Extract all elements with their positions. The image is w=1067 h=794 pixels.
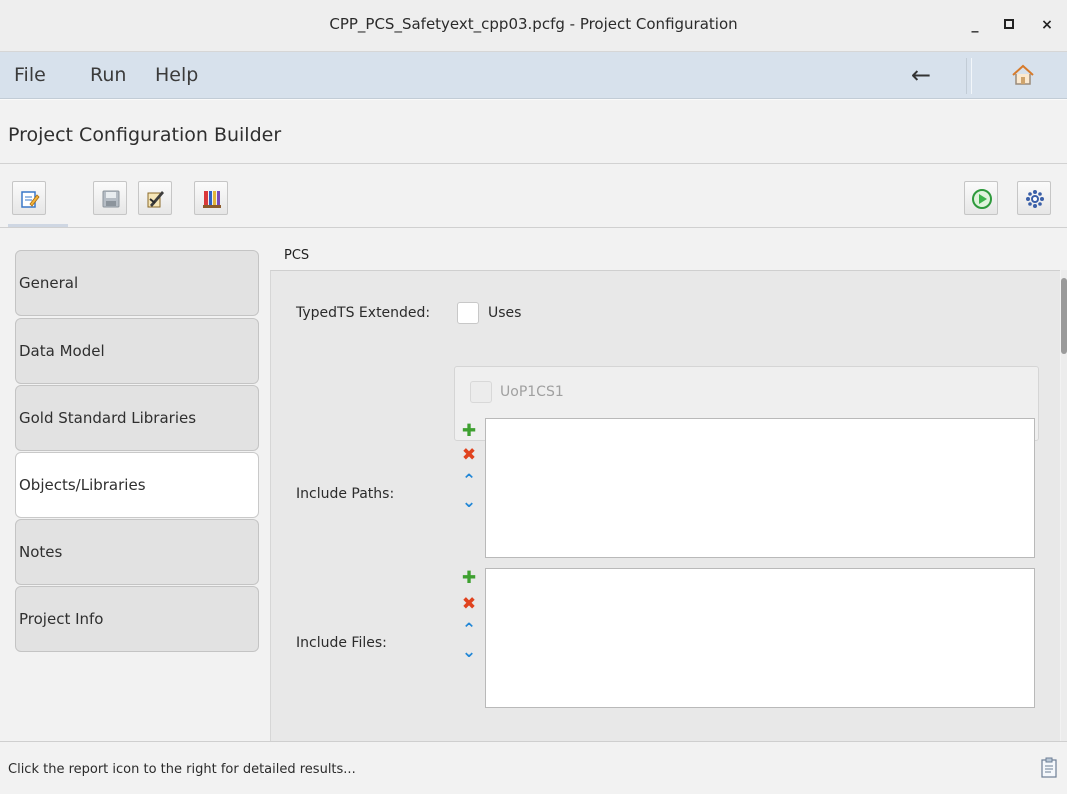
sidebar-item-data-model[interactable]: Data Model — [15, 318, 259, 384]
settings-icon — [1026, 190, 1044, 208]
builder-header: Project Configuration Builder — [0, 99, 1067, 164]
report-edit-button[interactable] — [138, 181, 172, 215]
maximize-icon — [1004, 19, 1014, 29]
sidebar: General Data Model Gold Standard Librari… — [0, 229, 270, 741]
uop1cs1-checkbox[interactable] — [470, 381, 492, 403]
run-button[interactable] — [964, 181, 998, 215]
library-button[interactable] — [194, 181, 228, 215]
report-edit-icon — [147, 191, 164, 208]
save-button[interactable] — [93, 181, 127, 215]
menu-help[interactable]: Help — [155, 64, 198, 86]
move-down-file-icon[interactable]: ⌄ — [460, 643, 478, 661]
library-icon — [203, 191, 221, 208]
include-paths-label: Include Paths: — [296, 486, 395, 502]
include-files-list[interactable] — [485, 568, 1035, 708]
title-bar: CPP_PCS_Safetyext_cpp03.pcfg - Project C… — [0, 0, 1067, 52]
status-message: Click the report icon to the right for d… — [8, 762, 356, 777]
window-title: CPP_PCS_Safetyext_cpp03.pcfg - Project C… — [329, 15, 738, 33]
app-window: CPP_PCS_Safetyext_cpp03.pcfg - Project C… — [0, 0, 1067, 794]
sidebar-item-label: Data Model — [19, 342, 105, 360]
pcs-panel: TypedTS Extended: Uses UoP1CS1 ✚ ✖ ⌃ ⌄ I… — [270, 270, 1060, 741]
uses-label: Uses — [488, 305, 522, 321]
page-title: Project Configuration Builder — [8, 124, 282, 146]
home-icon[interactable] — [1010, 62, 1036, 88]
close-button[interactable]: × — [1036, 14, 1058, 36]
move-down-path-icon[interactable]: ⌄ — [460, 493, 478, 511]
sidebar-item-label: Notes — [19, 543, 63, 561]
menu-separator — [966, 58, 972, 94]
include-files-label: Include Files: — [296, 635, 387, 651]
sidebar-item-label: Objects/Libraries — [19, 476, 146, 494]
menu-file[interactable]: File — [14, 64, 46, 86]
minimize-button[interactable]: _ — [964, 14, 986, 36]
sidebar-item-project-info[interactable]: Project Info — [15, 586, 259, 652]
maximize-button[interactable] — [998, 14, 1020, 36]
sidebar-item-label: Project Info — [19, 610, 104, 628]
sidebar-item-label: General — [19, 274, 79, 292]
move-up-path-icon[interactable]: ⌃ — [460, 472, 478, 490]
back-arrow-icon[interactable]: ← — [906, 60, 936, 90]
sidebar-item-notes[interactable]: Notes — [15, 519, 259, 585]
add-file-icon[interactable]: ✚ — [460, 569, 478, 587]
sidebar-item-general[interactable]: General — [15, 250, 259, 316]
remove-path-icon[interactable]: ✖ — [460, 446, 478, 464]
sidebar-item-gold-standard-libraries[interactable]: Gold Standard Libraries — [15, 385, 259, 451]
scrollbar-thumb[interactable] — [1061, 278, 1067, 354]
uop1cs1-label: UoP1CS1 — [500, 384, 564, 400]
move-up-file-icon[interactable]: ⌃ — [460, 621, 478, 639]
run-icon — [972, 189, 992, 209]
add-path-icon[interactable]: ✚ — [460, 422, 478, 440]
sidebar-item-objects-libraries[interactable]: Objects/Libraries — [15, 452, 259, 518]
menu-bar: File Run Help ← — [0, 52, 1067, 99]
sidebar-item-label: Gold Standard Libraries — [19, 409, 197, 427]
edit-config-button[interactable] — [12, 181, 46, 215]
menu-run[interactable]: Run — [90, 64, 126, 86]
include-paths-list[interactable] — [485, 418, 1035, 558]
edit-config-icon — [21, 191, 40, 208]
uses-checkbox[interactable] — [457, 302, 479, 324]
typedts-extended-label: TypedTS Extended: — [296, 305, 431, 321]
report-icon[interactable] — [1040, 757, 1058, 779]
toolbar — [0, 165, 1067, 228]
status-bar: Click the report icon to the right for d… — [0, 741, 1067, 794]
active-tool-indicator — [8, 224, 68, 227]
remove-file-icon[interactable]: ✖ — [460, 595, 478, 613]
content-area: PCS TypedTS Extended: Uses UoP1CS1 ✚ ✖ ⌃… — [270, 240, 1067, 741]
save-icon — [102, 190, 120, 208]
section-title: PCS — [284, 248, 310, 263]
vertical-scrollbar[interactable] — [1061, 270, 1067, 741]
settings-button[interactable] — [1017, 181, 1051, 215]
